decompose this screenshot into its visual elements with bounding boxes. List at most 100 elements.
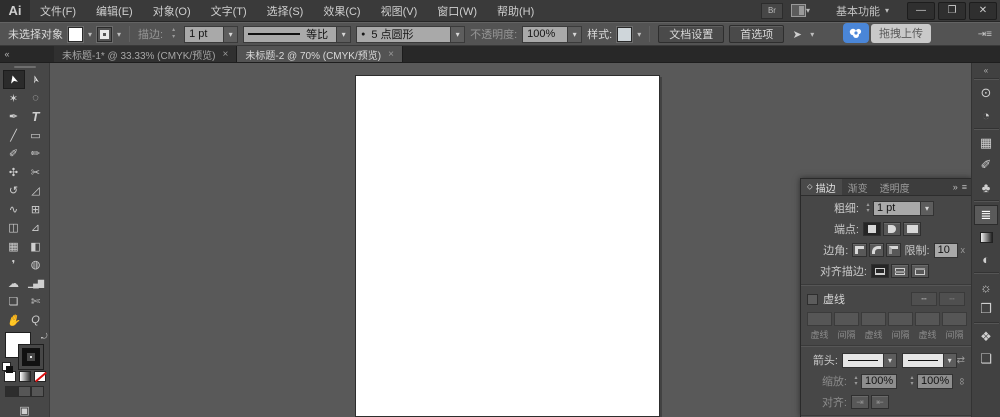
screen-mode-button[interactable]: ▣ <box>16 404 34 417</box>
pencil-tool[interactable]: ✏ <box>25 144 47 163</box>
miter-join-button[interactable] <box>852 243 868 257</box>
tab-stroke[interactable]: ⬦ 描边 <box>801 179 842 195</box>
dash-input-1[interactable] <box>807 312 832 326</box>
artboards-panel-icon[interactable]: ❏ <box>974 349 998 369</box>
bevel-join-button[interactable] <box>885 243 901 257</box>
projecting-cap-button[interactable] <box>903 222 921 236</box>
chevron-down-icon[interactable]: ▾ <box>568 25 583 43</box>
menu-file[interactable]: 文件(F) <box>30 0 86 22</box>
menu-effect[interactable]: 效果(C) <box>313 0 370 22</box>
symbol-sprayer-tool[interactable]: ☁ <box>3 274 25 293</box>
scale-start-value[interactable]: 100% <box>861 373 897 389</box>
eyedropper-tool[interactable]: ❜ <box>3 255 25 274</box>
fill-color-dropdown-icon[interactable]: ▾ <box>88 30 92 39</box>
rectangle-tool[interactable]: ▭ <box>25 126 47 145</box>
style-dropdown-icon[interactable]: ▾ <box>637 30 641 39</box>
stroke-color-dropdown-icon[interactable]: ▾ <box>117 30 121 39</box>
document-setup-button[interactable]: 文档设置 <box>658 25 725 43</box>
link-scales-icon[interactable]: ∞ <box>956 377 967 384</box>
rotate-tool[interactable]: ↺ <box>3 181 25 200</box>
mesh-tool[interactable]: ▦ <box>3 237 25 256</box>
align-dash-button[interactable]: ┄ <box>939 292 965 306</box>
draw-behind-button[interactable] <box>18 386 31 397</box>
width-profile-combo[interactable]: 等比 ▾ <box>243 25 352 43</box>
menu-select[interactable]: 选择(S) <box>257 0 314 22</box>
stroke-color-swatch[interactable] <box>97 26 113 42</box>
bridge-icon[interactable]: Br <box>760 2 783 19</box>
restore-button[interactable]: ❐ <box>938 1 966 20</box>
align-arrow-cross-button[interactable]: ⇤ <box>871 395 889 409</box>
menu-view[interactable]: 视图(V) <box>371 0 428 22</box>
arrange-documents-button[interactable]: ▾ <box>790 4 810 17</box>
type-tool[interactable]: T <box>25 107 47 126</box>
scissors-tool[interactable]: ✂ <box>25 163 47 182</box>
weight-value[interactable]: 1 pt <box>873 200 921 216</box>
scale-start-stepper[interactable]: ▴ ▾ <box>851 374 861 389</box>
round-cap-button[interactable] <box>883 222 901 236</box>
selection-tool[interactable]: ➤ <box>2 70 25 89</box>
column-graph-tool[interactable]: ▁▄▇ <box>25 274 47 293</box>
gradient-button[interactable] <box>18 371 31 382</box>
symbols-panel-icon[interactable]: ♣ <box>974 177 998 197</box>
artboard-tool[interactable]: ❏ <box>3 292 25 311</box>
stroke-weight-combo[interactable]: 1 pt ▾ <box>184 25 239 43</box>
collapse-panel-icon[interactable]: » <box>953 182 958 192</box>
cloud-upload-icon[interactable] <box>843 23 869 43</box>
opacity-value[interactable]: 100% <box>522 25 569 43</box>
line-segment-tool[interactable]: ╱ <box>3 126 25 145</box>
arrowhead-end-combo[interactable]: ▾ <box>901 352 957 368</box>
color-guide-panel-icon[interactable]: ◔ <box>974 105 998 125</box>
chevron-down-icon[interactable]: ▾ <box>810 30 814 39</box>
stroke-weight-value[interactable]: 1 pt <box>184 25 225 43</box>
magic-wand-tool[interactable]: ✶ <box>3 89 25 108</box>
menu-window[interactable]: 窗口(W) <box>427 0 487 22</box>
layers-panel-icon[interactable]: ❖ <box>974 327 998 347</box>
chevron-down-icon[interactable]: ▾ <box>451 25 466 43</box>
swatches-panel-icon[interactable]: ▦ <box>974 133 998 153</box>
blob-brush-tool[interactable]: ✣ <box>3 163 25 182</box>
graphic-styles-panel-icon[interactable]: ❒ <box>974 299 998 319</box>
blend-tool[interactable]: ◍ <box>25 255 47 274</box>
artboard[interactable] <box>355 75 660 417</box>
align-stroke-inside-button[interactable] <box>891 264 909 278</box>
align-arrow-tip-button[interactable]: ⇥ <box>851 395 869 409</box>
align-stroke-outside-button[interactable] <box>911 264 929 278</box>
transparency-panel-icon[interactable]: ◐ <box>974 249 998 269</box>
scale-tool[interactable]: ◿ <box>25 181 47 200</box>
direct-selection-tool[interactable]: ➢ <box>25 70 47 89</box>
width-tool[interactable]: ∿ <box>3 200 25 219</box>
chevron-down-icon[interactable]: ▾ <box>337 25 352 43</box>
free-transform-tool[interactable]: ⊞ <box>25 200 47 219</box>
tab-untitled-2[interactable]: 未标题-2 @ 70% (CMYK/预览) × <box>237 46 403 62</box>
dash-input-3[interactable] <box>915 312 940 326</box>
toolbar-grip[interactable] <box>13 66 36 69</box>
menu-help[interactable]: 帮助(H) <box>487 0 544 22</box>
draw-inside-button[interactable] <box>31 386 44 397</box>
minimize-button[interactable]: — <box>907 1 935 20</box>
default-fill-stroke-icon[interactable] <box>1 362 13 374</box>
round-join-button[interactable] <box>869 243 884 257</box>
panel-menu-icon[interactable]: ≡ <box>962 182 967 192</box>
shape-builder-tool[interactable]: ◫ <box>3 218 25 237</box>
stroke-indicator[interactable] <box>17 344 44 371</box>
pen-tool[interactable]: ✒ <box>3 107 25 126</box>
menu-type[interactable]: 文字(T) <box>201 0 257 22</box>
brush-definition-value[interactable]: ● 5 点圆形 <box>356 25 452 43</box>
dashed-line-checkbox[interactable] <box>807 293 818 305</box>
toolbar-collapse-icon[interactable]: « <box>0 46 14 62</box>
gradient-panel-icon[interactable] <box>974 227 998 247</box>
fill-color-swatch[interactable] <box>68 26 83 42</box>
close-button[interactable]: ✕ <box>969 1 997 20</box>
scale-end-value[interactable]: 100% <box>917 373 953 389</box>
brush-definition-combo[interactable]: ● 5 点圆形 ▾ <box>356 25 466 43</box>
chevron-down-icon[interactable]: ▾ <box>224 25 239 43</box>
appearance-panel-icon[interactable]: ☼ <box>974 277 998 297</box>
gap-input-2[interactable] <box>888 312 913 326</box>
swap-arrowheads-icon[interactable]: ⇄ <box>957 355 965 366</box>
weight-stepper[interactable]: ▴ ▾ <box>863 201 873 216</box>
chevron-down-icon[interactable]: ▾ <box>921 200 934 216</box>
width-profile-value[interactable]: 等比 <box>243 25 338 43</box>
close-tab-icon[interactable]: × <box>388 49 394 60</box>
workspace-switcher[interactable]: 基本功能 ▾ <box>836 3 889 19</box>
zoom-tool[interactable]: Q <box>25 311 47 330</box>
